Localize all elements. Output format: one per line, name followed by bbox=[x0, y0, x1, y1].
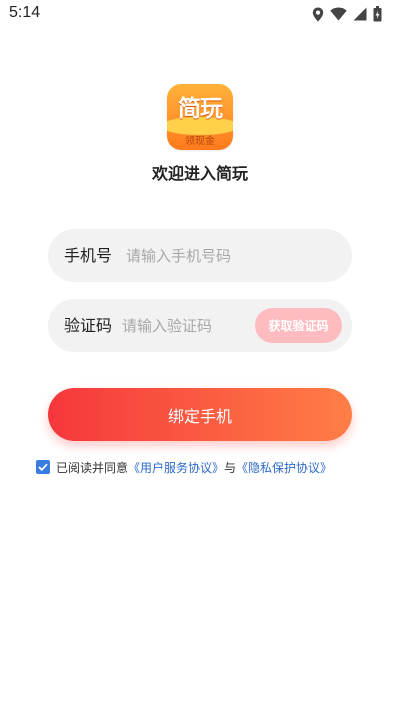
verification-code-input[interactable] bbox=[122, 313, 252, 338]
signal-icon bbox=[353, 7, 367, 21]
app-logo: 简玩 领现金 bbox=[167, 84, 233, 150]
status-icons bbox=[312, 5, 382, 23]
privacy-policy-link[interactable]: 《隐私保护协议》 bbox=[236, 459, 332, 476]
logo-subtitle: 领现金 bbox=[185, 136, 215, 147]
status-time: 5:14 bbox=[9, 4, 41, 21]
verification-code-label: 验证码 bbox=[64, 316, 113, 335]
logo-title: 简玩 bbox=[178, 96, 223, 122]
wifi-icon bbox=[330, 7, 347, 21]
agreement-prefix: 已阅读并同意 bbox=[56, 460, 129, 475]
get-code-button[interactable]: 获取验证码 bbox=[255, 308, 342, 343]
phone-label: 手机号 bbox=[64, 246, 113, 265]
location-icon bbox=[312, 7, 324, 22]
agreement-conjunction: 与 bbox=[224, 460, 237, 475]
phone-input[interactable] bbox=[126, 243, 336, 268]
battery-icon bbox=[373, 6, 382, 22]
phone-field: 手机号 bbox=[48, 229, 352, 282]
welcome-title: 欢迎进入简玩 bbox=[151, 164, 248, 183]
bind-phone-button[interactable]: 绑定手机 bbox=[48, 388, 352, 441]
status-bar: 5:14 bbox=[0, 0, 400, 28]
user-agreement-link[interactable]: 《用户服务协议》 bbox=[128, 459, 224, 476]
check-icon bbox=[38, 463, 48, 471]
agreement-row: 已阅读并同意 《用户服务协议》 与 《隐私保护协议》 bbox=[36, 459, 332, 475]
agreement-checkbox[interactable] bbox=[36, 460, 50, 474]
verification-code-field: 验证码 获取验证码 bbox=[48, 299, 352, 352]
